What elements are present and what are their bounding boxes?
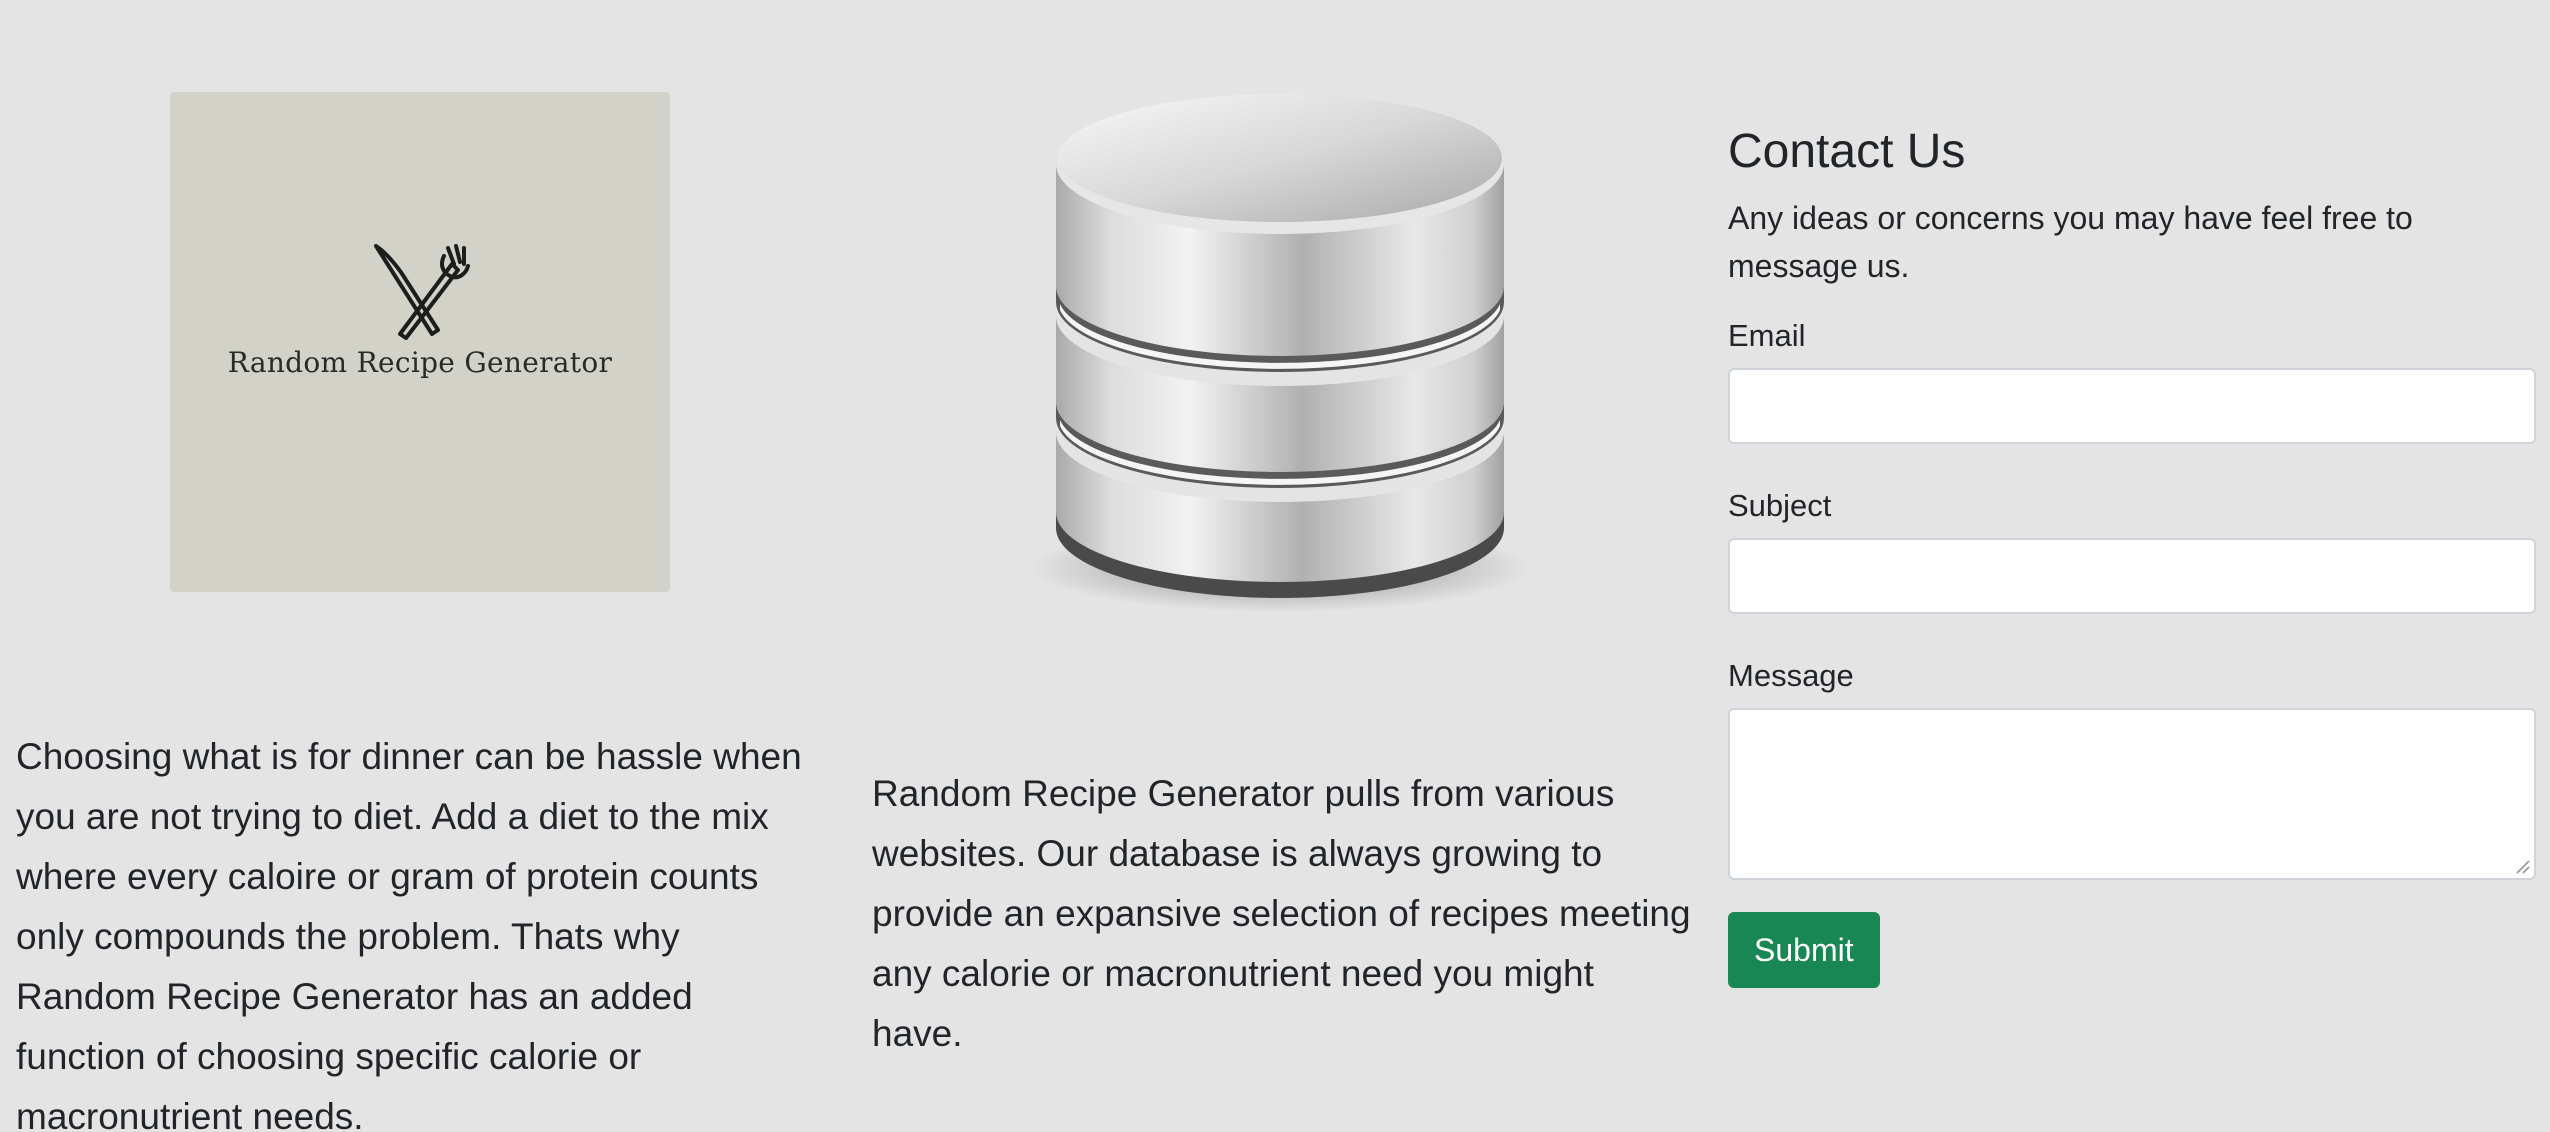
subject-field[interactable] (1728, 538, 2536, 614)
contact-title: Contact Us (1728, 125, 1966, 178)
logo-card: Random Recipe Generator (170, 92, 670, 592)
contact-subtitle: Any ideas or concerns you may have feel … (1728, 200, 2413, 284)
message-field[interactable] (1728, 708, 2536, 880)
logo-text: Random Recipe Generator (227, 346, 613, 379)
database-description: Random Recipe Generator pulls from vario… (872, 773, 1691, 1054)
submit-button[interactable]: Submit (1728, 912, 1880, 988)
contact-form: Contact Us Any ideas or concerns you may… (1728, 118, 2536, 988)
email-label: Email (1728, 318, 1806, 353)
message-label: Message (1728, 658, 1854, 693)
fork-knife-icon (374, 244, 470, 340)
subject-label: Subject (1728, 488, 1832, 523)
page: Random Recipe Generator Choosing what is… (0, 0, 2550, 1132)
resize-grip-icon[interactable] (2514, 858, 2530, 874)
database-icon (1030, 94, 1530, 612)
email-field[interactable] (1728, 368, 2536, 444)
about-description: Choosing what is for dinner can be hassl… (16, 736, 802, 1132)
